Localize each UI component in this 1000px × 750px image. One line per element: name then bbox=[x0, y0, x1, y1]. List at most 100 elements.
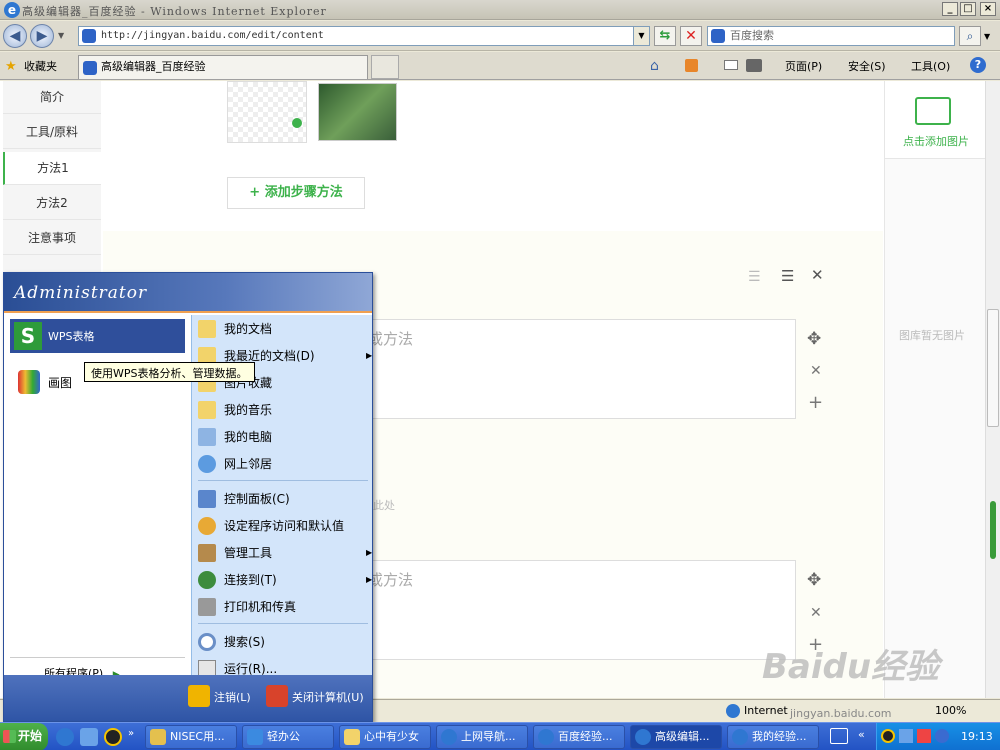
add-image-label: 点击添加图片 bbox=[903, 135, 969, 148]
taskbar-button-nisec[interactable]: NISEC用... bbox=[145, 725, 237, 749]
ie-icon bbox=[538, 729, 554, 745]
divider bbox=[10, 657, 185, 658]
taskbar-button-label: 百度经验... bbox=[558, 730, 613, 743]
tab-current[interactable]: 高级编辑器_百度经验 bbox=[78, 55, 368, 79]
submenu-arrow-icon: ▶ bbox=[366, 351, 373, 360]
taskbar-button-editor[interactable]: 高级编辑... bbox=[630, 725, 722, 749]
add-step-button[interactable]: + 添加步骤方法 bbox=[227, 177, 365, 209]
program-access-item[interactable]: 设定程序访问和默认值 bbox=[198, 515, 368, 537]
picture-add-icon bbox=[915, 97, 951, 125]
numbered-list-icon[interactable]: ☰ bbox=[748, 269, 761, 285]
printers-item[interactable]: 打印机和传真 bbox=[198, 596, 368, 618]
windows-logo-icon bbox=[3, 730, 16, 743]
control-panel-item[interactable]: 控制面板(C) bbox=[198, 488, 368, 510]
mail-icon[interactable] bbox=[724, 60, 738, 70]
back-button[interactable]: ◀ bbox=[3, 24, 27, 48]
safety-menu[interactable]: 安全(S) bbox=[848, 58, 886, 74]
feeds-icon[interactable] bbox=[685, 59, 698, 72]
quicklaunch-expand-icon[interactable]: » bbox=[128, 728, 134, 746]
program-tooltip: 使用WPS表格分析、管理数据。 bbox=[84, 362, 255, 382]
vertical-scrollbar[interactable] bbox=[985, 81, 1000, 698]
step-placeholder-1: 或方法 bbox=[368, 330, 414, 348]
new-tab-button[interactable] bbox=[371, 55, 399, 79]
stop-icon[interactable]: ✕ bbox=[680, 26, 702, 46]
taskbar-button-folder[interactable]: 心中有少女 bbox=[339, 725, 431, 749]
admin-tools-item[interactable]: 管理工具 ▶ bbox=[198, 542, 372, 564]
quicklaunch-ie-icon[interactable] bbox=[56, 728, 74, 746]
address-dropdown-icon[interactable]: ▼ bbox=[633, 27, 649, 45]
network-places-item[interactable]: 网上邻居 bbox=[198, 453, 368, 475]
security-zone: Internet bbox=[744, 704, 788, 717]
favorites-button[interactable]: 收藏夹 bbox=[24, 58, 57, 74]
search-item[interactable]: 搜索(S) bbox=[198, 631, 368, 653]
quicklaunch-desktop-icon[interactable] bbox=[80, 728, 98, 746]
move-step-icon[interactable]: ✥ bbox=[807, 570, 821, 590]
move-step-icon[interactable]: ✥ bbox=[807, 329, 821, 349]
folder-music-icon bbox=[198, 401, 216, 419]
my-documents-item[interactable]: 我的文档 bbox=[198, 318, 368, 340]
start-menu-header: Administrator bbox=[4, 273, 372, 313]
taskbar-button-my-jingyan[interactable]: 我的经验... bbox=[727, 725, 819, 749]
search-input[interactable]: 百度搜索 bbox=[707, 26, 955, 46]
printers-label: 打印机和传真 bbox=[224, 600, 297, 614]
no-image-text: 图库暂无图片 bbox=[899, 329, 965, 342]
qq-tray-icon[interactable] bbox=[881, 729, 895, 743]
refresh-icon[interactable]: ⇆ bbox=[654, 26, 676, 46]
my-music-item[interactable]: 我的音乐 bbox=[198, 399, 368, 421]
start-button[interactable]: 开始 bbox=[0, 723, 48, 750]
nav-item-method2[interactable]: 方法2 bbox=[3, 187, 101, 220]
quicklaunch-qq-icon[interactable] bbox=[104, 728, 122, 746]
network-tray-icon[interactable] bbox=[899, 729, 913, 743]
nav-item-intro[interactable]: 简介 bbox=[3, 81, 101, 114]
security-tray-icon[interactable] bbox=[935, 729, 949, 743]
program-defaults-icon bbox=[198, 517, 216, 535]
delete-step-icon[interactable]: ✕ bbox=[810, 605, 822, 621]
delete-step-icon[interactable]: ✕ bbox=[810, 363, 822, 379]
my-computer-item[interactable]: 我的电脑 bbox=[198, 426, 368, 448]
history-dropdown-icon[interactable]: ▼ bbox=[58, 31, 64, 40]
clock[interactable]: 19:13 bbox=[961, 730, 993, 743]
minimize-button[interactable]: _ bbox=[942, 2, 958, 16]
taskbar-button-baidu-jingyan[interactable]: 百度经验... bbox=[533, 725, 625, 749]
maximize-button[interactable]: □ bbox=[960, 2, 976, 16]
search-options-icon[interactable]: ▼ bbox=[984, 32, 990, 41]
zoom-level[interactable]: 100% bbox=[935, 704, 966, 717]
taskbar-button-label: 上网导航... bbox=[461, 730, 516, 743]
add-step-icon[interactable]: + bbox=[808, 392, 823, 413]
window-title: 高级编辑器_百度经验 - Windows Internet Explorer bbox=[22, 5, 327, 18]
print-icon[interactable] bbox=[746, 59, 762, 72]
home-icon[interactable]: ⌂ bbox=[650, 58, 659, 74]
close-section-icon[interactable]: ✕ bbox=[811, 266, 824, 284]
taskbar-button-nav[interactable]: 上网导航... bbox=[436, 725, 528, 749]
star-icon: ★ bbox=[5, 59, 17, 74]
add-image-button[interactable]: 点击添加图片 bbox=[885, 81, 985, 159]
forward-button[interactable]: ▶ bbox=[30, 24, 54, 48]
image-thumbnail-1[interactable] bbox=[227, 81, 307, 143]
bullet-list-icon[interactable]: ☰ bbox=[781, 267, 794, 285]
taskbar-button-qingbangong[interactable]: 轻办公 bbox=[242, 725, 334, 749]
antivirus-tray-icon[interactable] bbox=[917, 729, 931, 743]
scrollbar-thumb[interactable] bbox=[987, 309, 999, 427]
ie-icon bbox=[441, 729, 457, 745]
keyboard-icon[interactable] bbox=[830, 728, 848, 744]
tray-expand-icon[interactable]: « bbox=[858, 728, 865, 741]
close-window-button[interactable]: × bbox=[980, 2, 996, 16]
favorites-tab-bar: ★ 收藏夹 高级编辑器_百度经验 ⌂ 页面(P) 安全(S) 工具(O) ? bbox=[0, 52, 1000, 80]
pinned-wps-spreadsheet[interactable]: S WPS表格 bbox=[10, 319, 185, 353]
network-places-label: 网上邻居 bbox=[224, 457, 273, 471]
divider bbox=[198, 480, 368, 481]
nav-item-notes[interactable]: 注意事项 bbox=[3, 222, 101, 255]
nav-item-tools[interactable]: 工具/原料 bbox=[3, 116, 101, 149]
image-thumbnail-2[interactable] bbox=[318, 83, 397, 141]
page-menu[interactable]: 页面(P) bbox=[785, 58, 822, 74]
shutdown-label: 关闭计算机(U) bbox=[292, 691, 364, 704]
connect-to-item[interactable]: 连接到(T) ▶ bbox=[198, 569, 372, 591]
address-input[interactable]: http://jingyan.baidu.com/edit/content bbox=[78, 26, 650, 46]
tools-menu[interactable]: 工具(O) bbox=[911, 58, 950, 74]
nav-item-method1[interactable]: 方法1 bbox=[3, 152, 101, 185]
paint-icon bbox=[18, 370, 40, 394]
help-icon[interactable]: ? bbox=[970, 57, 986, 73]
search-go-icon[interactable]: ⌕ bbox=[959, 26, 981, 46]
address-url: http://jingyan.baidu.com/edit/content bbox=[101, 30, 324, 41]
my-documents-label: 我的文档 bbox=[224, 322, 273, 336]
